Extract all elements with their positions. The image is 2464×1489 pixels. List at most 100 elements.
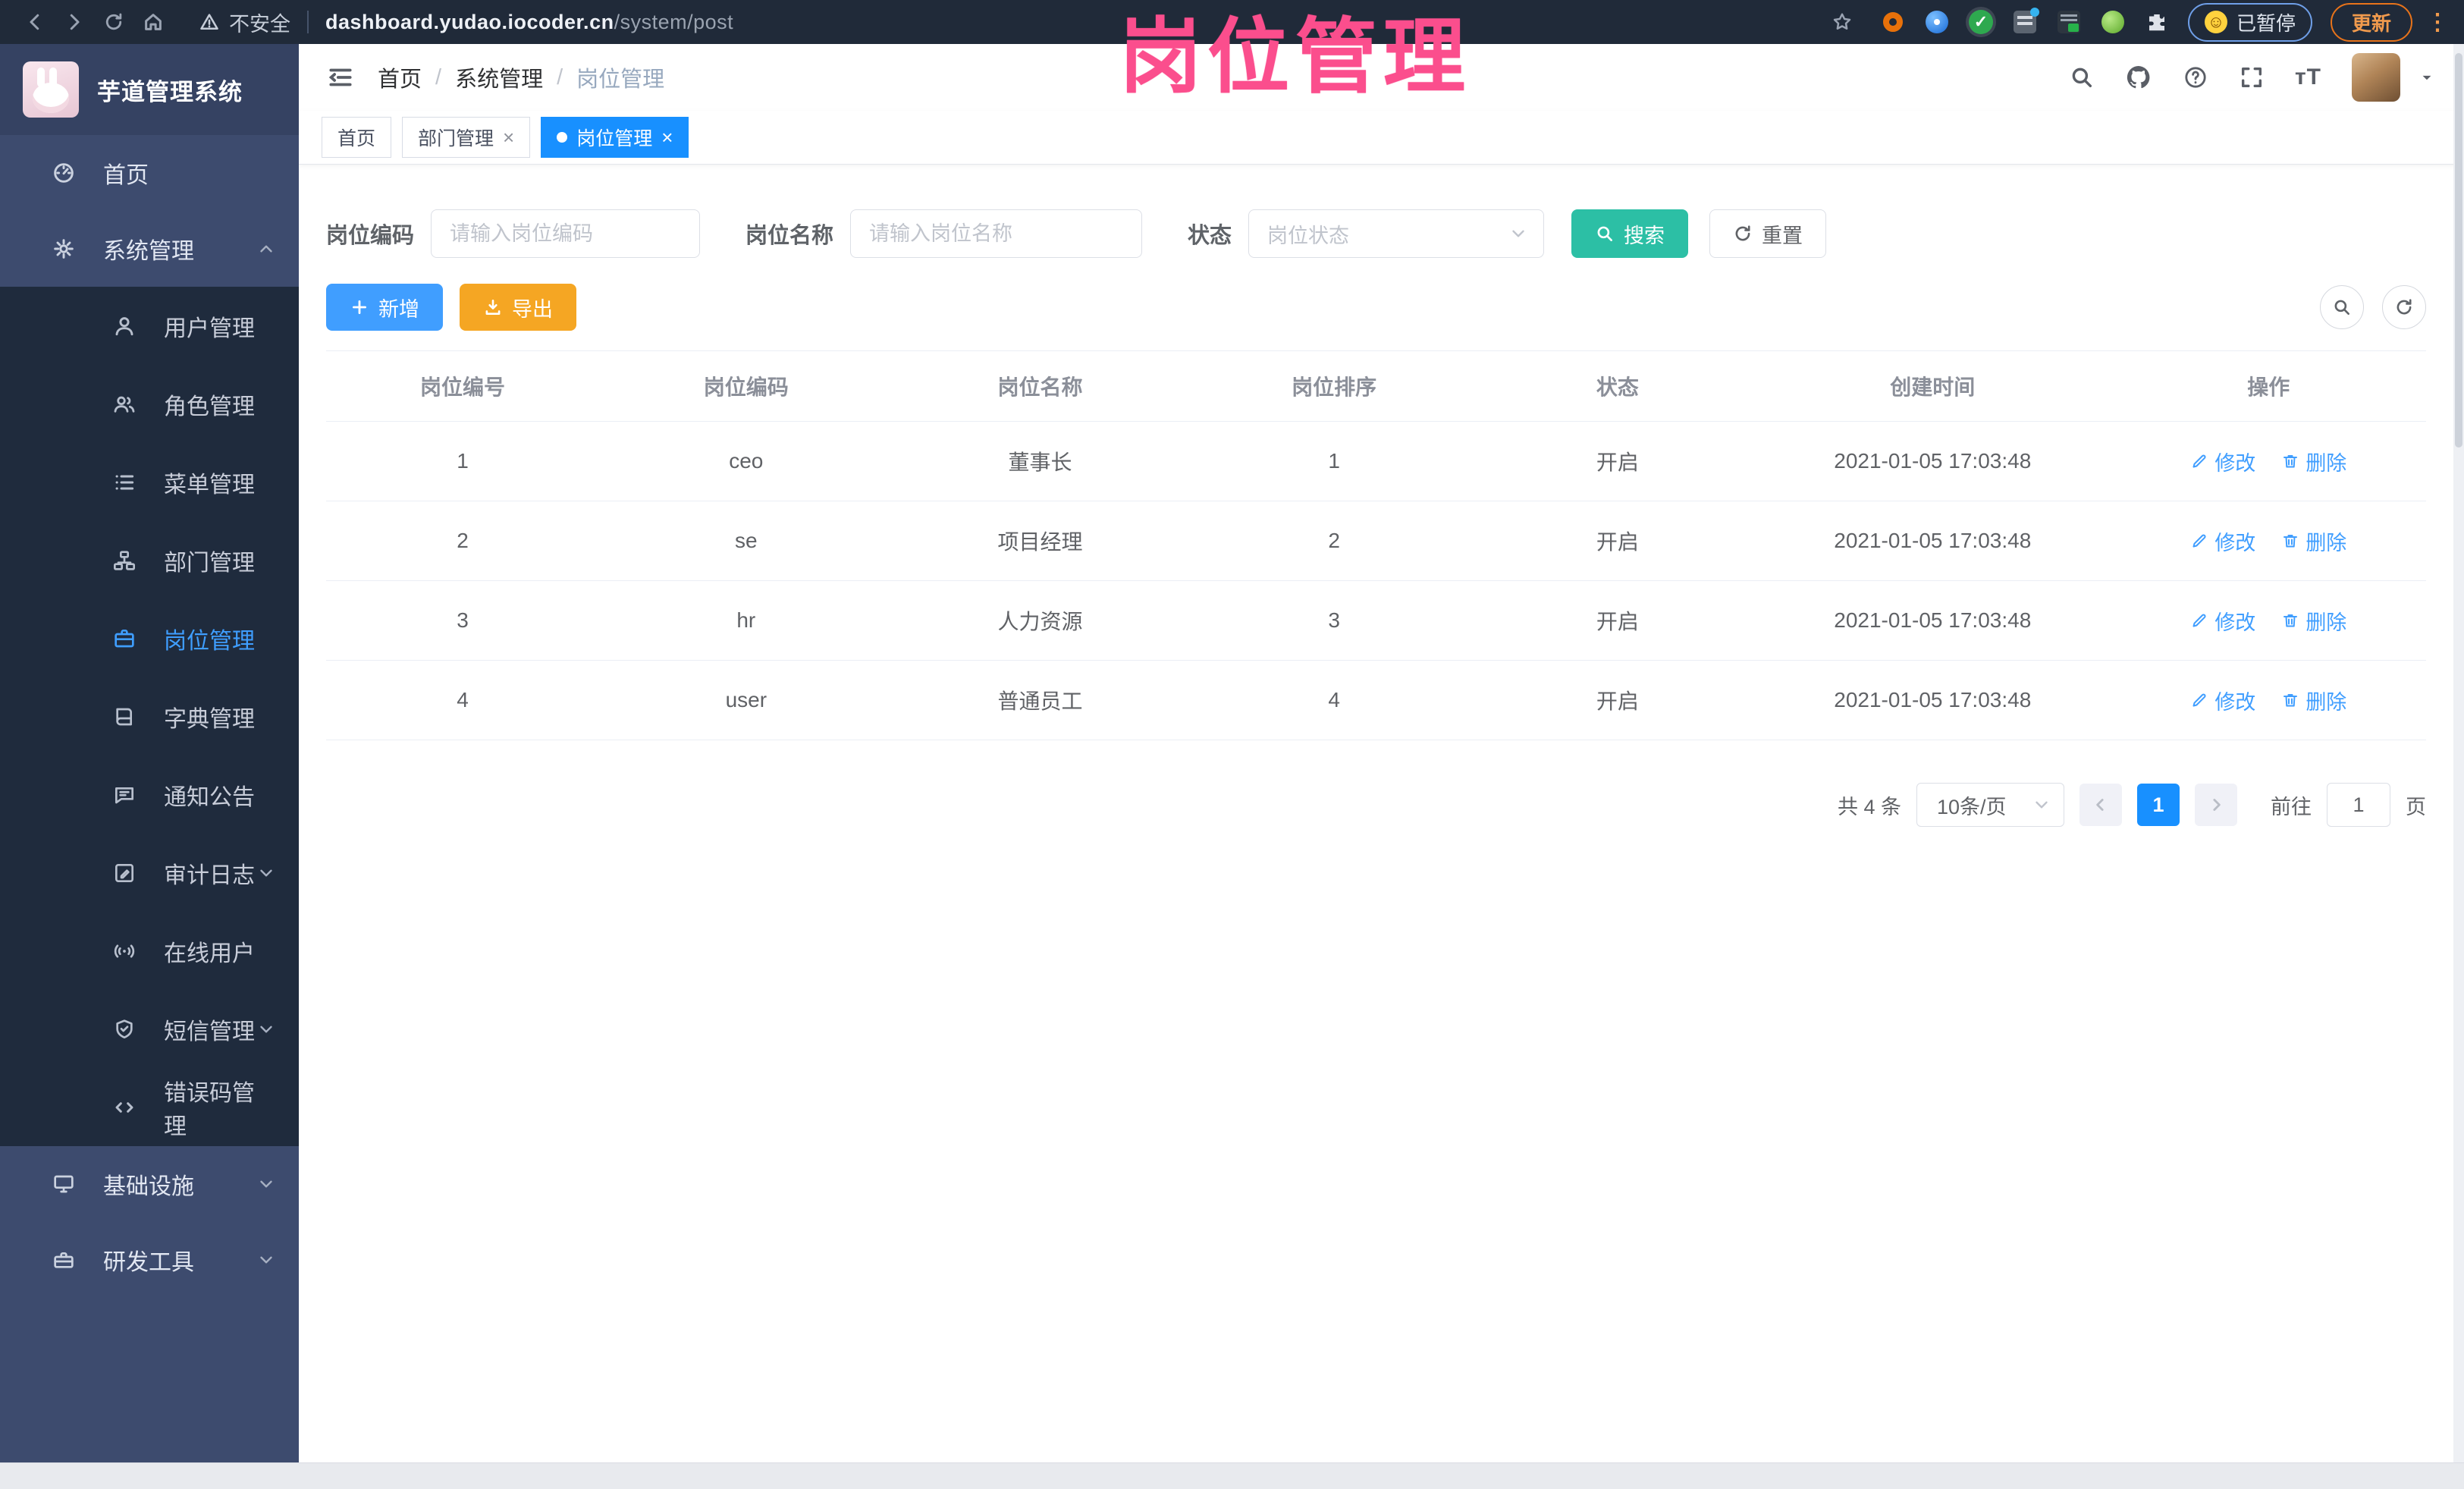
breadcrumb-home[interactable]: 首页 bbox=[378, 61, 422, 93]
search-button-label: 搜索 bbox=[1624, 224, 1665, 247]
sidebar-item-announcements[interactable]: 通知公告 bbox=[0, 755, 299, 834]
page-number-active[interactable]: 1 bbox=[2137, 784, 2180, 826]
cell-name: 董事长 bbox=[893, 421, 1188, 501]
edit-link[interactable]: 修改 bbox=[2190, 526, 2255, 556]
edit-link[interactable]: 修改 bbox=[2190, 606, 2255, 636]
extension-icon-pin[interactable] bbox=[1924, 9, 1950, 35]
sidebar-item-label: 角色管理 bbox=[164, 394, 255, 419]
cell-code: se bbox=[598, 501, 893, 581]
scrollbar-thumb[interactable] bbox=[2455, 53, 2462, 448]
sidebar-item-error-codes[interactable]: 错误码管理 bbox=[0, 1068, 299, 1146]
sidebar-item-infrastructure[interactable]: 基础设施 bbox=[0, 1146, 299, 1222]
sidebar-item-departments[interactable]: 部门管理 bbox=[0, 521, 299, 599]
extension-icon-bars[interactable] bbox=[2012, 8, 2039, 35]
fullscreen-icon[interactable] bbox=[2239, 64, 2265, 90]
sidebar-item-label: 部门管理 bbox=[164, 550, 255, 576]
chevron-left-icon bbox=[2091, 795, 2111, 815]
paused-chip-label: 已暂停 bbox=[2236, 11, 2296, 35]
shield-icon bbox=[106, 1017, 143, 1041]
browser-menu-kebab-icon[interactable]: ⋮ bbox=[2426, 9, 2449, 36]
browser-forward-button[interactable] bbox=[55, 5, 94, 39]
tab-home[interactable]: 首页 bbox=[322, 117, 392, 158]
cell-name: 人力资源 bbox=[893, 580, 1188, 661]
sidebar-item-label: 在线用户 bbox=[164, 941, 255, 966]
add-button[interactable]: 新增 bbox=[326, 284, 443, 331]
goto-page-input[interactable] bbox=[2327, 783, 2390, 827]
url-domain: dashboard.yudao.iocoder.cn bbox=[325, 10, 614, 33]
extension-icon-ring[interactable] bbox=[1880, 9, 1906, 35]
sidebar-item-online-users[interactable]: 在线用户 bbox=[0, 912, 299, 990]
edit-link[interactable]: 修改 bbox=[2190, 447, 2255, 476]
avatar[interactable] bbox=[2352, 53, 2400, 102]
sidebar-item-label: 通知公告 bbox=[164, 784, 255, 810]
paused-chip[interactable]: ☺ 已暂停 bbox=[2187, 2, 2312, 42]
content-area: 岗位编码 岗位名称 状态 岗位状态 搜索 重置 新增 bbox=[299, 164, 2453, 1463]
browser-home-button[interactable] bbox=[133, 5, 173, 39]
delete-link[interactable]: 删除 bbox=[2281, 606, 2346, 636]
status-select[interactable]: 岗位状态 bbox=[1248, 209, 1545, 258]
close-icon[interactable]: × bbox=[503, 127, 514, 147]
search-icon[interactable] bbox=[2069, 64, 2095, 90]
trash-icon bbox=[2281, 611, 2299, 630]
status-label: 状态 bbox=[1188, 224, 1232, 248]
breadcrumb-system[interactable]: 系统管理 bbox=[455, 61, 543, 93]
browser-reload-button[interactable] bbox=[94, 5, 133, 39]
app-title: 芋道管理系统 bbox=[97, 78, 243, 105]
sidebar-item-devtools[interactable]: 研发工具 bbox=[0, 1222, 299, 1298]
address-bar[interactable]: dashboard.yudao.iocoder.cn/system/post bbox=[325, 11, 733, 34]
browser-update-button[interactable]: 更新 bbox=[2330, 2, 2412, 42]
sidebar-item-label: 短信管理 bbox=[164, 1019, 255, 1044]
tab-posts[interactable]: 岗位管理 × bbox=[541, 117, 689, 158]
site-security-chip[interactable]: 不安全 bbox=[199, 8, 290, 37]
app-logo[interactable]: 芋道管理系统 bbox=[0, 44, 299, 135]
reset-button-label: 重置 bbox=[1762, 224, 1803, 247]
sidebar-item-sms[interactable]: 短信管理 bbox=[0, 990, 299, 1068]
sidebar-item-system[interactable]: 系统管理 bbox=[0, 211, 299, 287]
sidebar-item-dictionary[interactable]: 字典管理 bbox=[0, 677, 299, 755]
toggle-search-button[interactable] bbox=[2320, 285, 2364, 329]
edit-link[interactable]: 修改 bbox=[2190, 686, 2255, 715]
search-button[interactable]: 搜索 bbox=[1571, 209, 1689, 258]
help-icon[interactable] bbox=[2183, 64, 2208, 90]
sidebar-item-menus[interactable]: 菜单管理 bbox=[0, 443, 299, 521]
caret-down-icon[interactable] bbox=[2417, 68, 2437, 87]
next-page-button[interactable] bbox=[2195, 784, 2237, 826]
extension-icon-gtm[interactable] bbox=[2056, 9, 2082, 35]
browser-back-button[interactable] bbox=[15, 5, 55, 39]
post-name-input[interactable] bbox=[850, 209, 1143, 258]
extensions-puzzle-icon[interactable] bbox=[2144, 9, 2170, 35]
sidebar-item-users[interactable]: 用户管理 bbox=[0, 287, 299, 365]
cell-no: 1 bbox=[326, 421, 599, 501]
sidebar-item-audit-log[interactable]: 审计日志 bbox=[0, 834, 299, 912]
font-size-icon[interactable]: тT bbox=[2295, 64, 2321, 90]
prev-page-button[interactable] bbox=[2079, 784, 2122, 826]
page-scrollbar[interactable] bbox=[2453, 44, 2464, 1489]
github-icon[interactable] bbox=[2125, 64, 2152, 91]
refresh-table-button[interactable] bbox=[2382, 285, 2426, 329]
sidebar-item-home[interactable]: 首页 bbox=[0, 135, 299, 211]
post-code-label: 岗位编码 bbox=[326, 224, 415, 248]
chevron-up-icon bbox=[256, 239, 276, 259]
collapse-sidebar-icon[interactable] bbox=[326, 63, 355, 92]
delete-link[interactable]: 删除 bbox=[2281, 447, 2346, 476]
delete-link[interactable]: 删除 bbox=[2281, 686, 2346, 715]
delete-link[interactable]: 删除 bbox=[2281, 526, 2346, 556]
sidebar-item-roles[interactable]: 角色管理 bbox=[0, 365, 299, 443]
cell-status: 开启 bbox=[1480, 421, 1754, 501]
sidebar-item-label: 字典管理 bbox=[164, 706, 255, 732]
posts-table: 岗位编号 岗位编码 岗位名称 岗位排序 状态 创建时间 操作 1 ceo 董事长… bbox=[326, 350, 2426, 740]
table-row: 1 ceo 董事长 1 开启 2021-01-05 17:03:48 修改 删除 bbox=[326, 421, 2426, 501]
reset-button[interactable]: 重置 bbox=[1709, 209, 1827, 258]
page-size-select[interactable]: 10条/页 bbox=[1916, 783, 2064, 827]
search-icon bbox=[1595, 224, 1615, 243]
export-button[interactable]: 导出 bbox=[460, 284, 576, 331]
post-code-input[interactable] bbox=[431, 209, 701, 258]
extension-icon-leaf[interactable] bbox=[2100, 9, 2126, 35]
extension-icon-check[interactable]: ✓ bbox=[1968, 9, 1994, 35]
close-icon[interactable]: × bbox=[661, 127, 673, 147]
col-actions: 操作 bbox=[2111, 350, 2426, 422]
org-tree-icon bbox=[106, 548, 143, 573]
sidebar-item-posts[interactable]: 岗位管理 bbox=[0, 599, 299, 677]
bookmark-star-icon[interactable] bbox=[1822, 5, 1862, 39]
tab-departments[interactable]: 部门管理 × bbox=[402, 117, 531, 158]
